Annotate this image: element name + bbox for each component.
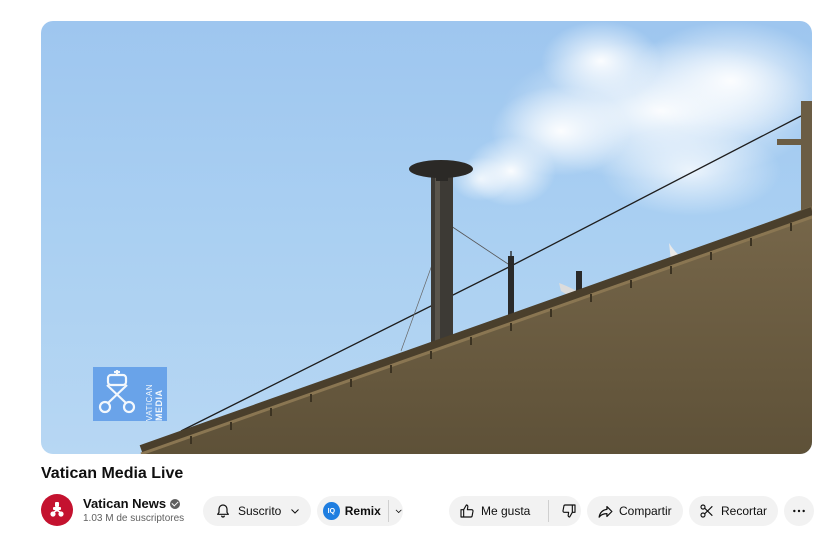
owner-actions-row: Vatican News 1.03 M de suscriptores Susc… [41,494,814,530]
watermark-line2: MEDIA [154,389,164,422]
like-button[interactable]: Me gusta [481,504,530,518]
like-dislike-group: Me gusta [449,496,581,526]
more-horizontal-icon [793,509,805,513]
clip-button[interactable]: Recortar [689,496,778,526]
thumbs-up-icon[interactable] [459,503,475,519]
divider [387,500,389,522]
subscribed-label: Suscrito [238,504,282,518]
channel-avatar[interactable] [41,494,73,526]
channel-name[interactable]: Vatican News [83,496,181,511]
share-label: Compartir [619,504,672,518]
scissors-icon [700,504,713,518]
smoke [451,21,812,216]
verified-badge-icon [170,498,181,509]
watermark-line1: VATICAN [145,384,154,421]
bell-icon [217,504,229,518]
remix-label: Remix [344,504,381,518]
thumbs-down-icon[interactable] [561,503,577,519]
divider [548,500,550,522]
remix-badge-icon: IQ [323,502,340,520]
subscribed-button[interactable]: Suscrito [203,496,311,526]
clip-label: Recortar [721,504,768,518]
channel-name-text[interactable]: Vatican News [83,496,166,511]
remix-button[interactable]: IQ Remix [317,496,403,526]
chevron-down-icon [291,509,300,514]
share-button[interactable]: Compartir [587,496,683,526]
video-title: Vatican Media Live [41,465,184,482]
vatican-emblem-icon [50,502,64,517]
remix-chevron-down-icon[interactable] [394,506,403,516]
share-arrow-icon [598,505,613,518]
video-player[interactable]: VATICAN MEDIA [41,21,812,454]
subscriber-count: 1.03 M de suscriptores [83,513,185,524]
more-actions-button[interactable] [784,496,814,526]
vatican-media-watermark: VATICAN MEDIA [93,367,167,421]
